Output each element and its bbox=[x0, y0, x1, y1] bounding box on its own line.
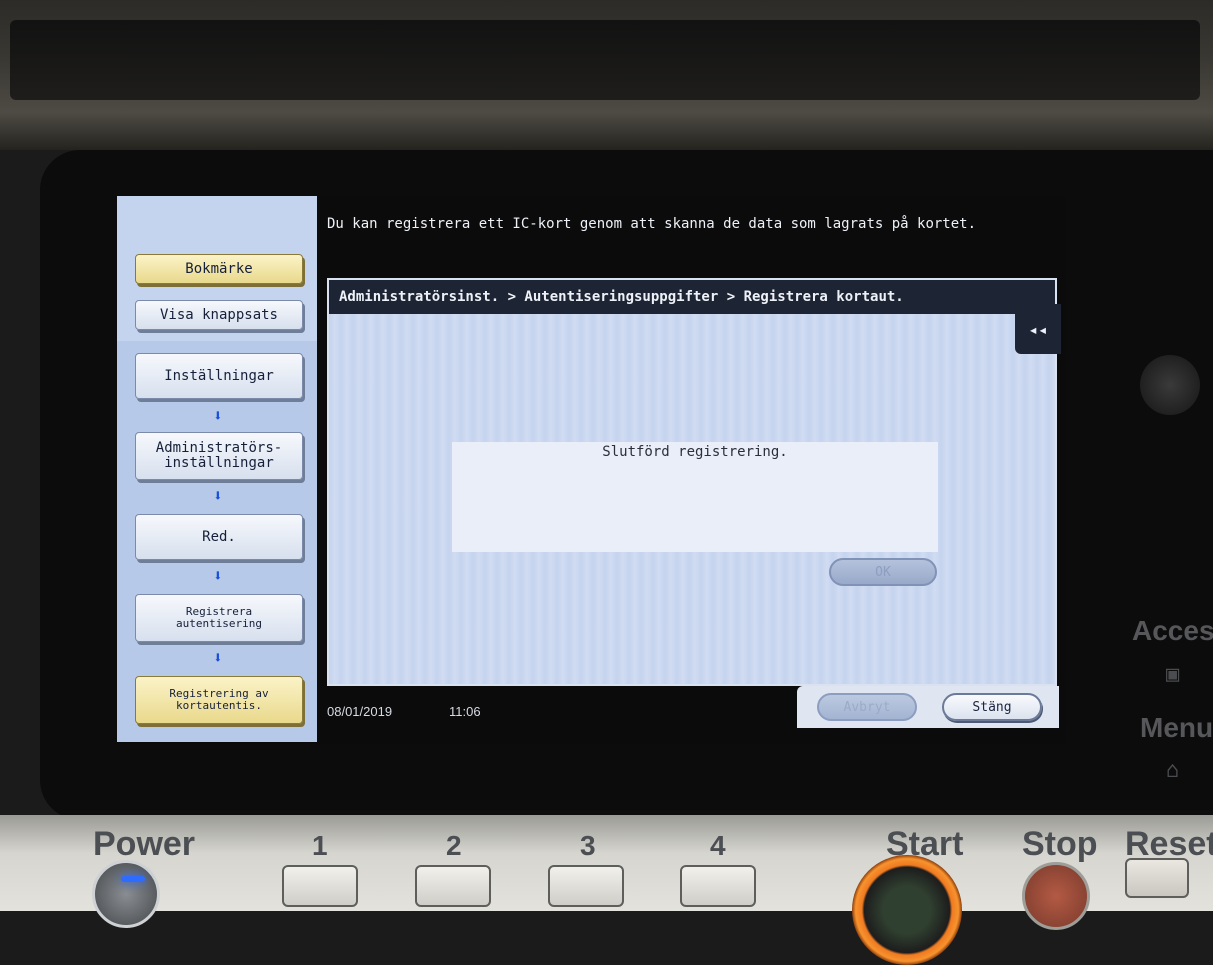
memory-key-1[interactable] bbox=[282, 865, 358, 907]
power-label: Power bbox=[93, 825, 196, 863]
key-4-label: 4 bbox=[710, 830, 726, 861]
ok-button[interactable]: OK bbox=[829, 558, 937, 586]
arrow-down-icon: ⬇ bbox=[213, 406, 223, 425]
nav-step-edit[interactable]: Red. bbox=[135, 514, 303, 560]
nav-step-register-auth[interactable]: Registrera autentisering bbox=[135, 594, 303, 642]
collapse-panel-button[interactable]: ◂◂ bbox=[1015, 304, 1061, 354]
close-button[interactable]: Stäng bbox=[942, 693, 1042, 721]
menu-label: Menu bbox=[1140, 712, 1213, 743]
memory-key-2[interactable] bbox=[415, 865, 491, 907]
cancel-button[interactable]: Avbryt bbox=[817, 693, 917, 721]
start-button[interactable] bbox=[852, 855, 962, 965]
breadcrumb-text: Administratörsinst. > Autentiseringsuppg… bbox=[339, 289, 904, 305]
access-label: Access bbox=[1132, 615, 1213, 646]
side-dial bbox=[1140, 355, 1200, 415]
key-3-label: 3 bbox=[580, 830, 596, 861]
arrow-down-icon: ⬇ bbox=[213, 648, 223, 667]
nav-step-settings[interactable]: Inställningar bbox=[135, 353, 303, 399]
reset-button[interactable] bbox=[1125, 858, 1189, 898]
memory-key-3[interactable] bbox=[548, 865, 624, 907]
dialog-message: Slutförd registrering. bbox=[602, 444, 788, 460]
device-top-housing bbox=[0, 0, 1213, 150]
double-chevron-left-icon: ◂◂ bbox=[1028, 319, 1048, 339]
power-indicator-led bbox=[121, 876, 145, 882]
bookmark-button[interactable]: Bokmärke bbox=[135, 254, 303, 284]
access-icon: ▣ bbox=[1166, 662, 1180, 687]
nav-step-card-auth-registration[interactable]: Registrering av kortautentis. bbox=[135, 676, 303, 724]
left-navigation-panel: Bokmärke Visa knappsats Inställningar ⬇ … bbox=[117, 196, 317, 742]
arrow-down-icon: ⬇ bbox=[213, 486, 223, 505]
status-time: 11:06 bbox=[449, 704, 481, 719]
show-keypad-button[interactable]: Visa knappsats bbox=[135, 300, 303, 330]
info-message: Du kan registrera ett IC-kort genom att … bbox=[327, 216, 977, 232]
bottom-action-bar: Avbryt Stäng bbox=[797, 686, 1059, 728]
stop-button[interactable] bbox=[1022, 862, 1090, 930]
status-bar: 08/01/2019 11:06 bbox=[317, 686, 797, 742]
power-button[interactable] bbox=[92, 860, 160, 928]
arrow-down-icon: ⬇ bbox=[213, 566, 223, 585]
key-2-label: 2 bbox=[446, 830, 462, 861]
status-date: 08/01/2019 bbox=[327, 704, 393, 719]
main-content-area: Slutförd registrering. OK bbox=[327, 314, 1057, 686]
device-top-ridge bbox=[10, 20, 1200, 100]
completion-dialog: Slutförd registrering. bbox=[452, 442, 938, 552]
memory-key-4[interactable] bbox=[680, 865, 756, 907]
nav-step-admin-settings[interactable]: Administratörs- inställningar bbox=[135, 432, 303, 480]
touchscreen: Bokmärke Visa knappsats Inställningar ⬇ … bbox=[117, 196, 1065, 744]
home-icon: ⌂ bbox=[1166, 758, 1180, 783]
stop-label: Stop bbox=[1022, 825, 1098, 863]
key-1-label: 1 bbox=[312, 830, 328, 861]
breadcrumb: Administratörsinst. > Autentiseringsuppg… bbox=[327, 278, 1057, 314]
